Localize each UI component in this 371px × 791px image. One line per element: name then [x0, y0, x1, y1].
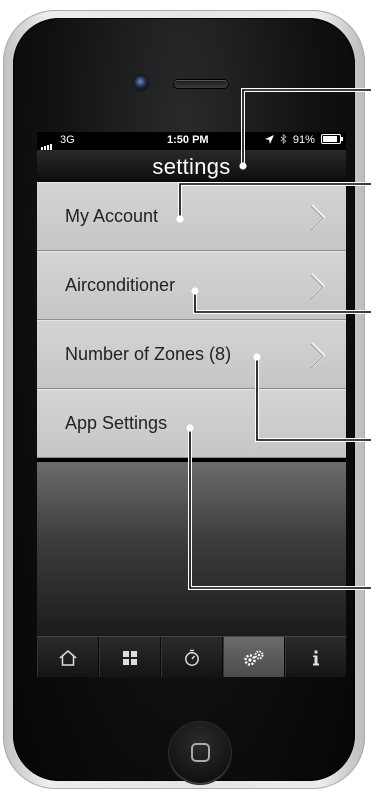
menu-item-label: App Settings [65, 413, 168, 433]
status-bar: 3G 1:50 PM 91% [37, 132, 346, 150]
chevron-right-icon [310, 342, 326, 369]
speaker-grille [174, 80, 228, 88]
carrier-label: 3G [60, 134, 75, 146]
home-button[interactable] [169, 722, 231, 784]
tab-settings[interactable] [223, 637, 285, 677]
tab-zones[interactable] [99, 637, 161, 677]
timer-icon [184, 649, 199, 666]
signal-icon [41, 138, 53, 150]
battery-percent: 91% [292, 134, 315, 146]
menu-item-airconditioner[interactable]: Airconditioner [37, 251, 346, 320]
chevron-right-icon [310, 273, 326, 300]
info-icon [312, 650, 319, 665]
chevron-right-icon [310, 204, 326, 231]
status-time: 1:50 PM [167, 134, 209, 146]
menu-item-label: Number of Zones (8) [65, 344, 232, 364]
menu-item-number-of-zones[interactable]: Number of Zones (8) [37, 320, 346, 389]
title-bar: settings [37, 150, 346, 183]
app-screen: 3G 1:50 PM 91% settings My Account Airco… [37, 132, 346, 677]
menu-item-label: My Account [65, 206, 159, 226]
tab-timer[interactable] [161, 637, 223, 677]
menu-item-my-account[interactable]: My Account [37, 182, 346, 251]
menu-item-label: Airconditioner [65, 275, 176, 295]
gears-icon [243, 650, 263, 666]
battery-icon [321, 134, 343, 144]
settings-menu: My Account Airconditioner Number of Zone… [37, 182, 346, 458]
home-icon [59, 649, 76, 666]
tab-home[interactable] [37, 637, 99, 677]
grid-icon [122, 650, 137, 665]
status-right: 91% [264, 133, 343, 146]
tab-info[interactable] [285, 637, 346, 677]
empty-area [37, 462, 346, 636]
location-arrow-icon [264, 135, 274, 144]
home-square-icon [191, 743, 210, 762]
bluetooth-icon [280, 133, 287, 145]
camera-icon [134, 76, 148, 90]
tab-bar [37, 636, 346, 677]
menu-item-app-settings[interactable]: App Settings [37, 389, 346, 458]
page-title: settings [152, 154, 231, 179]
